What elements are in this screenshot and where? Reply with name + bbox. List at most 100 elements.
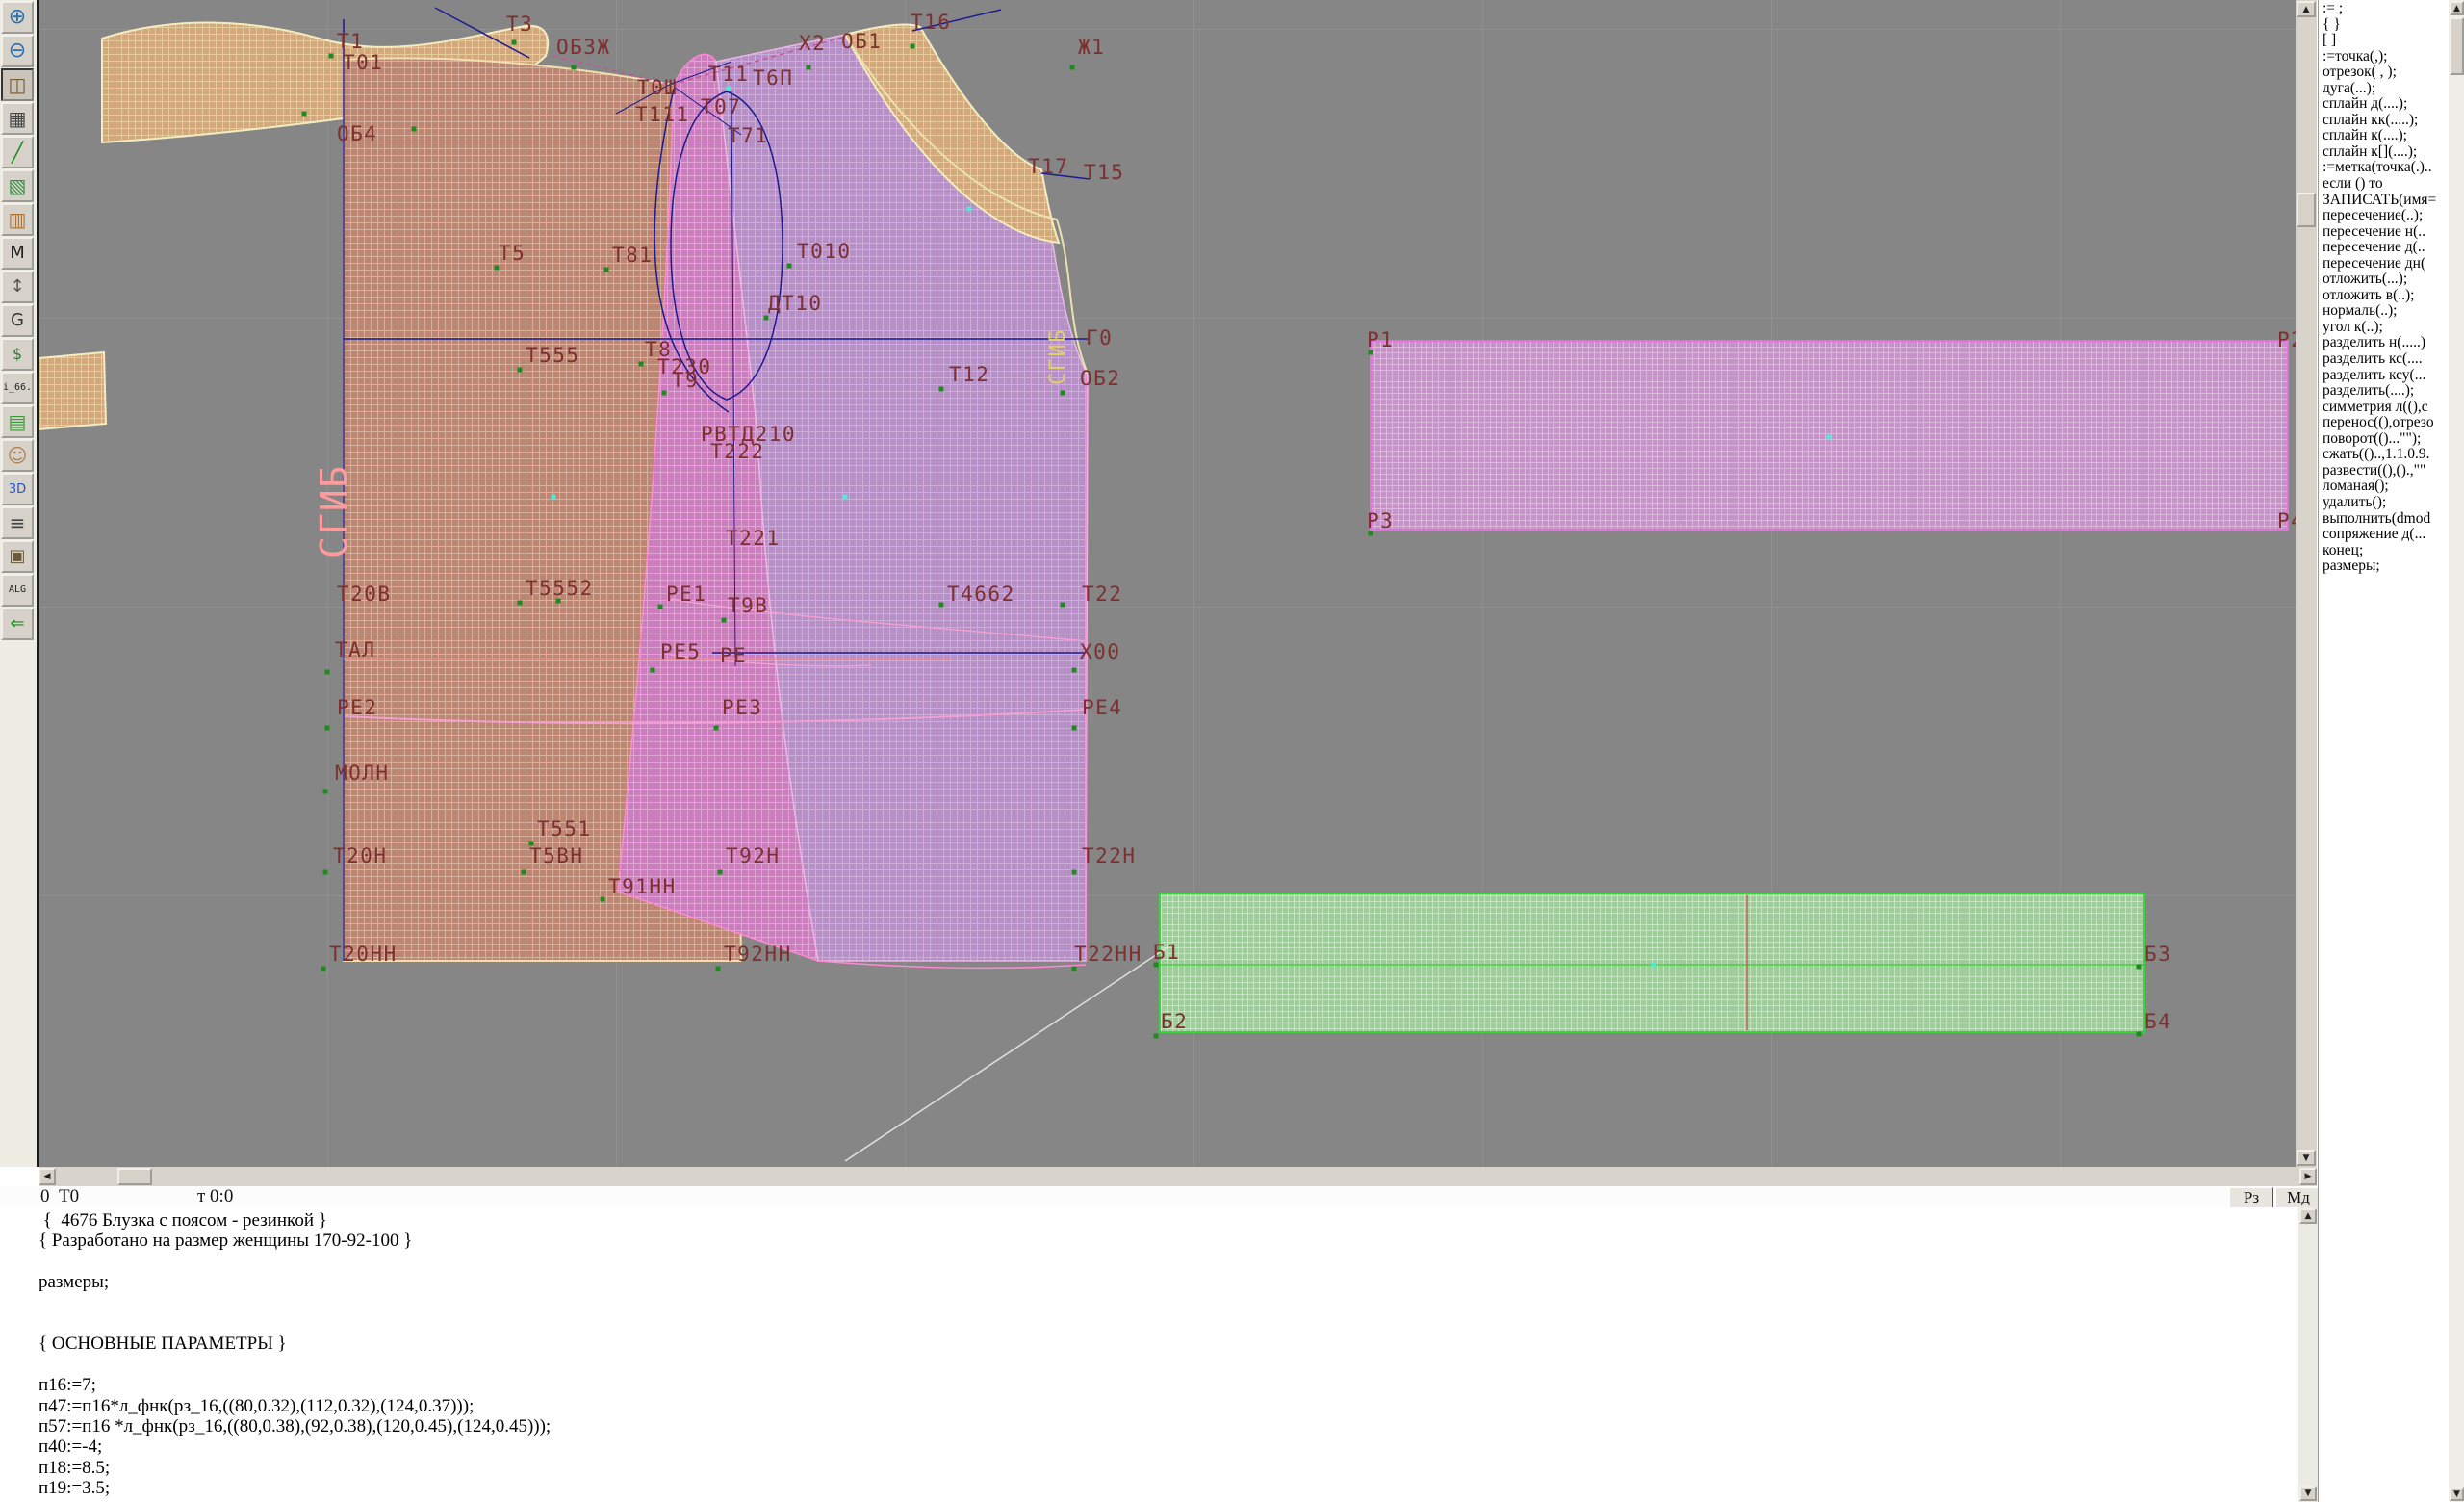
pattern-piece-button[interactable]: ▥ <box>1 203 34 236</box>
md-button[interactable]: Мд <box>2275 1187 2322 1208</box>
archive-button[interactable]: ▣ <box>1 540 34 573</box>
editor-scrollbar[interactable]: ▲ ▼ <box>2298 1207 2318 1502</box>
point-marker[interactable] <box>325 726 330 731</box>
grid-button[interactable]: ▦ <box>1 102 34 135</box>
point-marker[interactable] <box>2137 965 2142 970</box>
point-marker[interactable] <box>651 668 655 673</box>
point-marker[interactable] <box>1072 967 1077 971</box>
command-item[interactable]: разделить ксу(... <box>2323 368 2448 384</box>
command-item[interactable]: отложить(...); <box>2323 272 2448 288</box>
point-marker[interactable] <box>764 316 769 321</box>
point-marker[interactable] <box>658 605 663 609</box>
point-marker[interactable] <box>639 362 644 367</box>
point-marker[interactable] <box>939 603 944 608</box>
command-item[interactable]: если () то <box>2323 176 2448 193</box>
point-marker[interactable] <box>727 87 732 91</box>
command-item[interactable]: пересечение(..); <box>2323 208 2448 224</box>
point-marker[interactable] <box>325 670 330 675</box>
cost-ruler-button[interactable]: $ <box>1 338 34 371</box>
command-item[interactable]: нормаль(..); <box>2323 303 2448 320</box>
command-item[interactable]: конец; <box>2323 543 2448 559</box>
marker-tools-button[interactable]: ↕ <box>1 271 34 303</box>
point-marker[interactable] <box>604 268 609 272</box>
canvas-horizontal-scrollbar[interactable]: ◀ ▶ <box>38 1167 2317 1186</box>
command-item[interactable]: поворот(()...""); <box>2323 431 2448 448</box>
export-piece-button[interactable]: ⇐ <box>1 608 34 640</box>
point-marker[interactable] <box>722 618 727 623</box>
point-marker[interactable] <box>714 726 719 731</box>
point-marker[interactable] <box>552 495 556 500</box>
command-item[interactable]: :=точка(,); <box>2323 49 2448 65</box>
view-3d-button[interactable]: 3D <box>1 473 34 505</box>
command-item[interactable]: пересечение дн( <box>2323 256 2448 272</box>
command-item[interactable]: угол к(..); <box>2323 320 2448 336</box>
command-item[interactable]: { } <box>2323 17 2448 34</box>
grazia-g-button[interactable]: G <box>1 304 34 337</box>
sidebar-scroll-up-icon[interactable]: ▲ <box>2450 1 2464 15</box>
scroll-right-icon[interactable]: ▶ <box>2299 1168 2317 1185</box>
point-marker[interactable] <box>911 44 915 49</box>
pattern-preview-button[interactable]: ◫ <box>1 68 34 101</box>
point-marker[interactable] <box>1061 603 1065 608</box>
point-marker[interactable] <box>572 65 577 70</box>
sidebar-scrollbar[interactable]: ▲ ▼ <box>2449 0 2464 1502</box>
command-item[interactable]: сплайн кк(.....); <box>2323 113 2448 129</box>
command-item[interactable]: удалить(); <box>2323 495 2448 511</box>
pattern-drawing[interactable]: Т1Т01Т3ОБ3ЖХ2ОБ1Т16Ж1ОБ4Т11Т6ПТ0ШТ111Т07… <box>38 0 2296 1167</box>
vertical-scroll-thumb[interactable] <box>2297 193 2316 227</box>
command-item[interactable]: пересечение н(.. <box>2323 224 2448 241</box>
point-marker[interactable] <box>512 40 517 45</box>
point-marker[interactable] <box>323 870 328 875</box>
command-item[interactable]: сопряжение д(... <box>2323 527 2448 543</box>
point-marker[interactable] <box>495 266 500 271</box>
horizontal-scroll-thumb[interactable] <box>117 1168 152 1185</box>
command-item[interactable]: дуга(...); <box>2323 81 2448 97</box>
canvas-vertical-scrollbar[interactable]: ▲ ▼ <box>2296 0 2317 1167</box>
point-marker[interactable] <box>323 790 328 794</box>
command-item[interactable]: ломаная(); <box>2323 479 2448 495</box>
point-marker[interactable] <box>2137 1032 2142 1037</box>
point-marker[interactable] <box>1072 668 1077 673</box>
point-marker[interactable] <box>716 967 721 971</box>
point-marker[interactable] <box>787 264 792 269</box>
sidebar-scroll-thumb[interactable] <box>2450 17 2464 75</box>
alg-button[interactable]: ALG <box>1 574 34 607</box>
command-item[interactable]: сжать(()..,1.1.0.9. <box>2323 447 2448 463</box>
command-item[interactable]: [ ] <box>2323 33 2448 49</box>
command-item[interactable]: размеры; <box>2323 558 2448 575</box>
pattern-m-button[interactable]: M <box>1 237 34 270</box>
command-item[interactable]: := ; <box>2323 1 2448 17</box>
point-marker[interactable] <box>1827 435 1832 440</box>
rz-button[interactable]: Рз <box>2229 1187 2273 1208</box>
command-item[interactable]: ЗАПИСАТЬ(имя= <box>2323 193 2448 209</box>
point-marker[interactable] <box>843 495 848 500</box>
size-table-button[interactable]: ▤ <box>1 405 34 438</box>
command-item[interactable]: отложить в(..); <box>2323 288 2448 304</box>
point-marker[interactable] <box>601 897 605 902</box>
command-item[interactable]: сплайн к[](....); <box>2323 144 2448 161</box>
point-marker[interactable] <box>718 870 723 875</box>
left-edge-piece[interactable] <box>38 352 106 429</box>
point-marker[interactable] <box>412 127 417 132</box>
command-item[interactable]: симметрия л((),с <box>2323 400 2448 416</box>
command-item[interactable]: разделить н(.....) <box>2323 335 2448 351</box>
editor-scroll-down-icon[interactable]: ▼ <box>2299 1486 2317 1501</box>
command-item[interactable]: сплайн к(....); <box>2323 128 2448 144</box>
point-marker[interactable] <box>1061 391 1065 396</box>
point-marker[interactable] <box>518 368 523 373</box>
command-item[interactable]: разделить кс(.... <box>2323 351 2448 368</box>
point-marker[interactable] <box>1652 963 1656 968</box>
editor-scroll-up-icon[interactable]: ▲ <box>2299 1208 2317 1224</box>
command-item[interactable]: перенос((),отрезо <box>2323 415 2448 431</box>
point-marker[interactable] <box>939 387 944 392</box>
point-marker[interactable] <box>522 870 526 875</box>
zoom-out-button[interactable]: ⊖ <box>1 35 34 67</box>
scroll-down-icon[interactable]: ▼ <box>2297 1150 2316 1166</box>
sidebar-scroll-down-icon[interactable]: ▼ <box>2450 1487 2464 1501</box>
point-marker[interactable] <box>518 601 523 606</box>
scroll-left-icon[interactable]: ◀ <box>38 1168 56 1185</box>
point-marker[interactable] <box>329 54 334 59</box>
code-editor[interactable]: { 4676 Блузка с поясом - резинкой }{ Раз… <box>0 1207 2298 1502</box>
measure-segment-button[interactable]: ╱ <box>1 136 34 168</box>
zoom-in-button[interactable]: ⊕ <box>1 1 34 34</box>
